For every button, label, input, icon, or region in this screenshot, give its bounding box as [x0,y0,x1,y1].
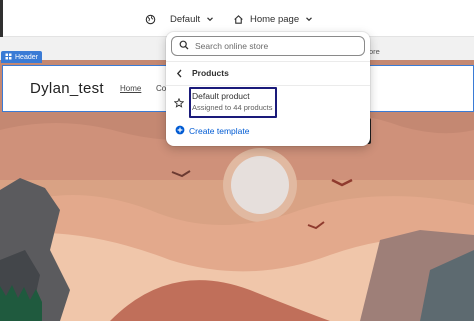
page-dropdown: Products Default product Assigned to 44 … [166,32,370,146]
nav-link-partial[interactable]: Co [156,84,166,93]
right-partial-text: ore [369,47,380,56]
store-title[interactable]: Dylan_test [30,80,104,97]
chevron-down-icon [305,15,313,23]
home-icon [233,14,244,25]
back-to-categories[interactable]: Products [166,63,370,83]
theme-selector[interactable]: Default [145,10,214,28]
selection-highlight [189,87,277,118]
grid-icon [5,53,12,62]
header-tag-label: Header [15,53,38,61]
page-label: Home page [250,13,300,25]
chevron-down-icon [206,15,214,23]
section-title: Products [192,68,229,78]
divider [166,85,370,86]
theme-label: Default [170,13,201,25]
star-icon [174,98,188,108]
search-box[interactable] [171,36,365,56]
chevron-left-icon [176,69,188,78]
globe-icon [145,14,156,25]
nav-link-home[interactable]: Home [120,84,141,93]
header-section-tag[interactable]: Header [1,51,42,63]
divider [166,61,370,62]
create-template-label: Create template [189,126,250,136]
top-bar-edge [0,0,3,37]
plus-circle-icon [175,125,185,137]
page-selector[interactable]: Home page [233,10,313,28]
search-icon [179,37,189,55]
create-template-button[interactable]: Create template [175,125,249,137]
search-input[interactable] [195,41,355,51]
